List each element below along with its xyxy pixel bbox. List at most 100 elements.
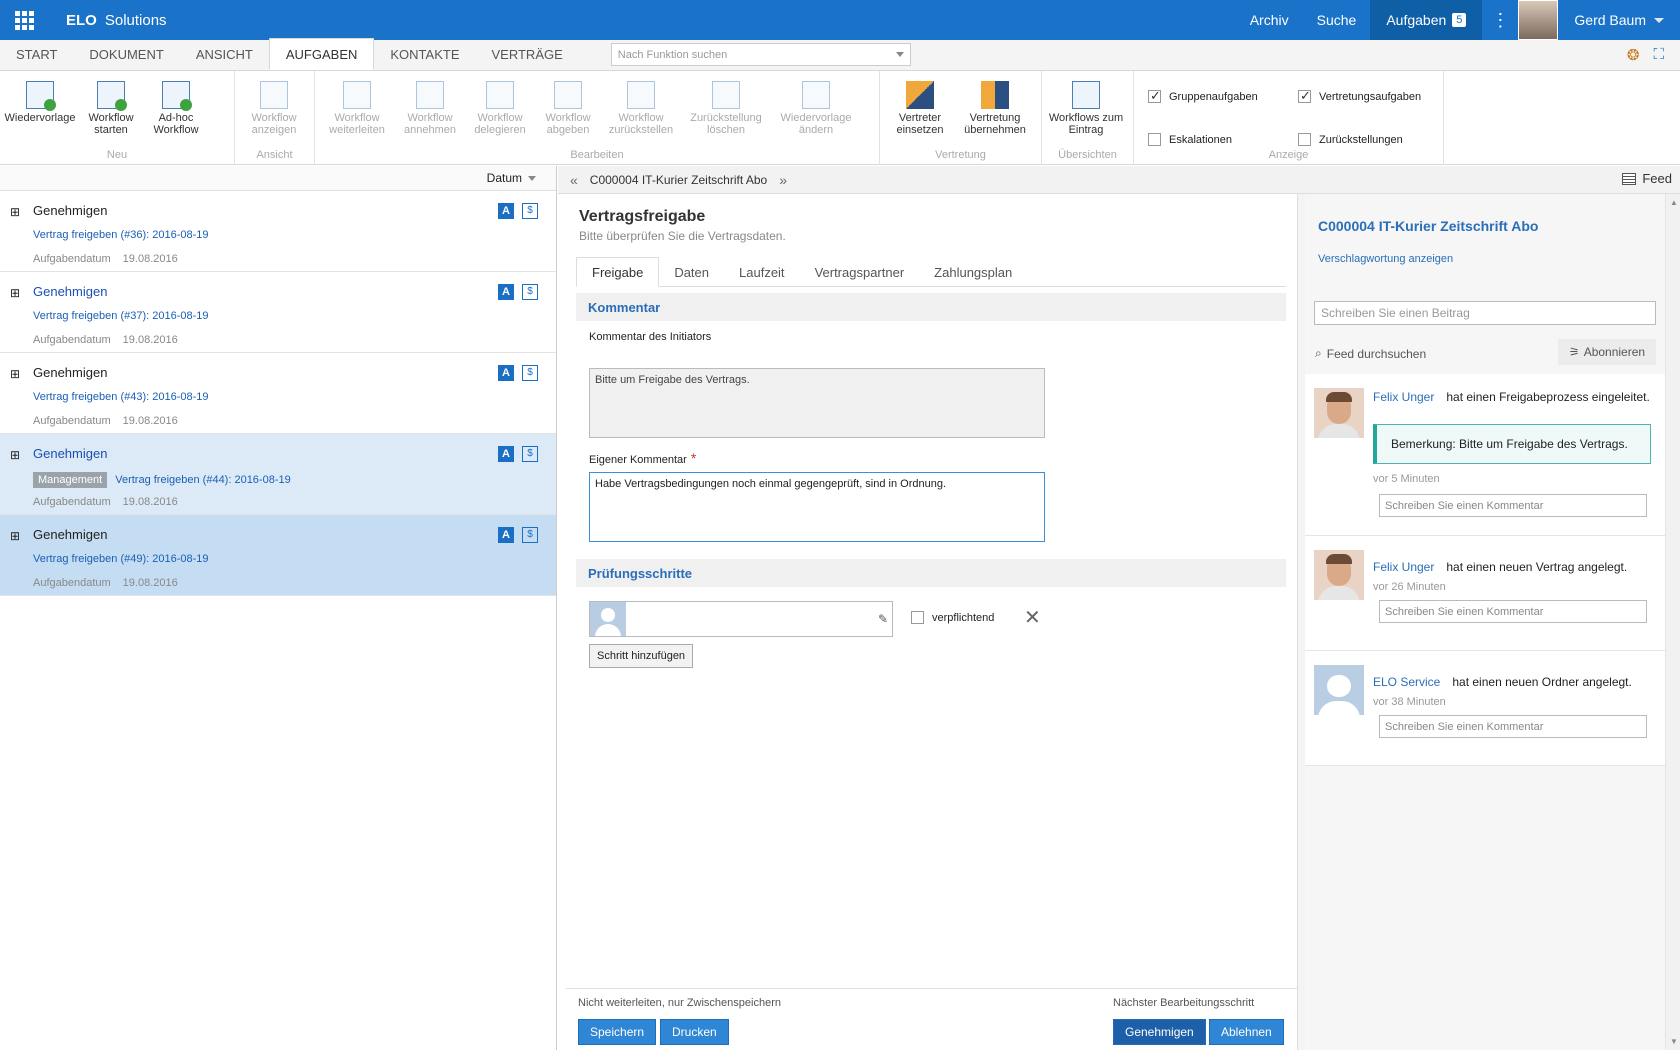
contract-icon: $ [522,365,538,381]
feed-author-link[interactable]: Felix Unger [1373,560,1434,574]
comment-input[interactable]: Schreiben Sie einen Kommentar [1379,600,1647,623]
task-item[interactable]: ⊞ Genehmigen A $ Management Vertrag freige… [0,434,556,515]
tab-vertraege[interactable]: VERTRÄGE [476,39,579,70]
group-label: Bearbeiten [570,149,624,161]
close-icon[interactable]: ✕ [1024,605,1041,630]
form-tabs: Freigabe Daten Laufzeit Vertragspartner … [576,257,1286,287]
task-title: Genehmigen [33,365,108,380]
chevron-left-icon[interactable]: « [558,172,590,188]
tab-vertragspartner[interactable]: Vertragspartner [800,257,920,287]
subscribe-button[interactable]: ⚞ Abonnieren [1558,339,1656,365]
task-item[interactable]: ⊞ Genehmigen A $ Vertrag freigeben (#36):… [0,191,556,272]
user-avatar[interactable] [1518,0,1559,40]
tab-laufzeit[interactable]: Laufzeit [724,257,800,287]
task-count-badge: 5 [1452,13,1467,27]
tab-start[interactable]: START [0,39,73,70]
fullscreen-icon[interactable]: ⛶ [1653,46,1664,64]
rss-icon: ⚞ [1568,345,1580,359]
task-title: Genehmigen [33,527,108,542]
group-label: Übersichten [1058,149,1117,161]
tab-daten[interactable]: Daten [659,257,724,287]
forward-icon [343,81,371,109]
settings-icon[interactable]: ❂ [1627,46,1640,64]
scroll-down-icon[interactable]: ▼ [1670,1037,1678,1046]
group-ansicht: Workflow anzeigen Ansicht [235,71,315,165]
print-button[interactable]: Drucken [660,1019,729,1045]
section-kommentar: Kommentar [576,293,1286,321]
feed-text: Felix Unger hat einen neuen Vertrag angel… [1373,560,1628,574]
checkbox-checked[interactable] [1298,88,1311,104]
take-over-icon [981,81,1009,109]
approve-button[interactable]: Genehmigen [1113,1019,1206,1045]
feed-text: Felix Unger hat einen Freigabeprozess ein… [1373,390,1650,404]
pencil-icon[interactable]: ✎ [878,612,888,626]
function-search-input[interactable]: Nach Funktion suchen [610,43,911,66]
avatar[interactable] [1314,665,1364,715]
check-gruppenaufgaben[interactable]: Gruppenaufgaben [1148,79,1298,114]
feed-toggle-button[interactable]: Feed [1622,171,1672,186]
search-icon: ⌕ [1315,346,1322,360]
tab-kontakte[interactable]: KONTAKTE [374,39,475,70]
feed-item: Felix Unger hat einen neuen Vertrag angel… [1305,536,1665,651]
assignee-icon: A [498,446,514,462]
checkbox-checked[interactable] [1148,88,1161,104]
tab-freigabe[interactable]: Freigabe [576,257,660,287]
pane-splitter[interactable] [1297,194,1305,1050]
checkbox[interactable] [1148,133,1161,146]
nav-archiv[interactable]: Archiv [1236,0,1303,40]
reject-button[interactable]: Ablehnen [1209,1019,1284,1045]
own-comment-field[interactable]: Habe Vertragsbedingungen noch einmal geg… [589,472,1045,542]
task-item-selected[interactable]: ⊞ Genehmigen A $ Vertrag freigeben (#49):… [0,515,556,596]
workflow-icon: ⊞ [10,205,21,219]
chevron-right-icon[interactable]: » [767,172,799,188]
check-vertretungsaufgaben[interactable]: Vertretungsaufgaben [1298,79,1448,114]
assignee-icon: A [498,365,514,381]
nav-suche[interactable]: Suche [1303,0,1371,40]
comment-input[interactable]: Schreiben Sie einen Kommentar [1379,715,1647,738]
nav-aufgaben[interactable]: Aufgaben 5 [1370,0,1483,40]
more-menu-icon[interactable]: ⋮ [1482,0,1518,40]
scroll-up-icon[interactable]: ▲ [1670,198,1678,207]
task-subtitle: Management Vertrag freigeben (#44): 2016-… [33,472,291,488]
contract-icon: $ [522,446,538,462]
feed-author-link[interactable]: ELO Service [1373,675,1440,689]
workflow-icon: ⊞ [10,529,21,543]
avatar[interactable] [1314,550,1364,600]
edit-calendar-icon [802,81,830,109]
user-menu[interactable]: Gerd Baum [1558,12,1680,28]
show-tags-link[interactable]: Verschlagwortung anzeigen [1318,253,1453,265]
app-menu-button[interactable] [0,0,48,40]
form-title: Vertragsfreigabe [579,208,706,225]
sort-header[interactable]: Datum [0,166,556,191]
tab-dokument[interactable]: DOKUMENT [73,39,179,70]
feed-time: vor 38 Minuten [1373,696,1446,708]
avatar[interactable] [1314,388,1364,438]
task-item[interactable]: ⊞ Genehmigen A $ Vertrag freigeben (#43):… [0,353,556,434]
chevron-down-icon [1654,17,1664,23]
scrollbar[interactable]: ▲ ▼ [1665,194,1680,1050]
assignee-icon: A [498,203,514,219]
form-footer: Nicht weiterleiten, nur Zwischenspeicher… [566,988,1297,1050]
task-date: Aufgabendatum 19.08.2016 [33,415,178,427]
post-input[interactable]: Schreiben Sie einen Beitrag [1314,301,1656,325]
tab-ansicht[interactable]: ANSICHT [180,39,269,70]
mandatory-check[interactable]: verpflichtend [911,611,994,624]
feed-author-link[interactable]: Felix Unger [1373,390,1434,404]
feed-search[interactable]: ⌕ Feed durchsuchen [1315,346,1426,361]
ribbon-toolbar: Wiedervorlage Workflow starten Ad-hoc Wo… [0,71,1680,165]
adhoc-workflow-icon [162,81,192,111]
footer-left-label: Nicht weiterleiten, nur Zwischenspeicher… [578,997,781,1009]
person-picker-input[interactable]: ✎ [589,601,893,637]
feed-text: ELO Service hat einen neuen Ordner angele… [1373,675,1632,689]
comment-input[interactable]: Schreiben Sie einen Kommentar [1379,494,1647,517]
task-title: Genehmigen [33,446,108,461]
tab-aufgaben[interactable]: AUFGABEN [268,38,375,70]
save-button[interactable]: Speichern [578,1019,657,1045]
task-item[interactable]: ⊞ Genehmigen A $ Vertrag freigeben (#37):… [0,272,556,353]
workflow-icon: ⊞ [10,448,21,462]
checkbox[interactable] [1298,133,1311,146]
checkbox[interactable] [911,611,924,624]
add-step-button[interactable]: Schritt hinzufügen [589,644,694,668]
tab-zahlungsplan[interactable]: Zahlungsplan [919,257,1027,287]
feed-title: C000004 IT-Kurier Zeitschrift Abo [1318,218,1539,234]
